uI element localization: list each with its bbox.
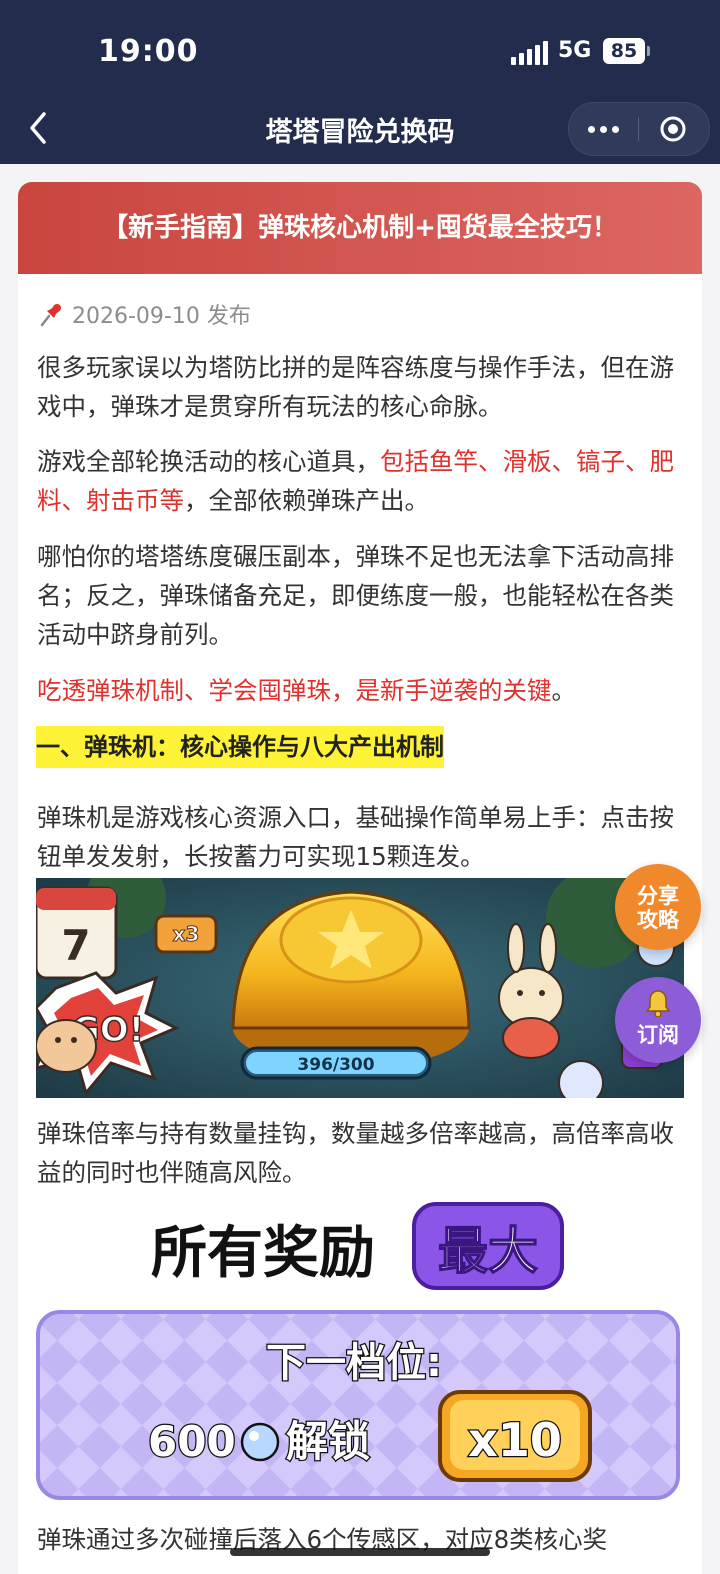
- miniprogram-capsule: [568, 102, 710, 156]
- pinball-machine-image: 7 x3 396/300 GO!: [36, 878, 684, 1098]
- share-label-line2: 攻略: [637, 908, 679, 932]
- subscribe-label: 订阅: [637, 1023, 679, 1047]
- paragraph-5: 弹珠机是游戏核心资源入口，基础操作简单易上手：点击按钮单发发射，长按蓄力可实现1…: [37, 803, 674, 871]
- top-bar: 19:00 5G 85 塔塔冒险兑换码: [0, 0, 720, 164]
- multiplier-badge: x3: [173, 922, 200, 946]
- paragraph-1: 很多玩家误以为塔防比拼的是阵容练度与操作手法，但在游戏中，弹珠才是贯穿所有玩法的…: [37, 353, 674, 421]
- subscribe-button[interactable]: 订阅: [615, 977, 701, 1063]
- reward-tier-image: 所有奖励 最大 下一档位: 600 解锁 x10: [36, 1192, 684, 1504]
- unlock-amount: 600: [148, 1417, 236, 1466]
- paragraph-3: 哪怕你的塔塔练度碾压副本，弹珠不足也无法拿下活动高排名；反之，弹珠储备充足，即便…: [37, 542, 674, 649]
- share-guide-button[interactable]: 分享 攻略: [615, 864, 701, 950]
- section-heading-1: 一、弹珠机：核心操作与八大产出机制: [36, 726, 444, 768]
- close-target-icon[interactable]: [659, 115, 687, 143]
- reward-multiplier: x10: [468, 1413, 562, 1467]
- article-banner-title: 【新手指南】弹珠核心机制+囤货最全技巧！: [18, 182, 702, 274]
- share-label-line1: 分享: [637, 884, 679, 908]
- publish-meta: 2026-09-10 发布: [38, 298, 251, 330]
- paragraph-2-end: ，全部依赖弹珠产出。: [184, 486, 429, 515]
- all-rewards-label: 所有奖励: [151, 1221, 375, 1286]
- marble-icon: [240, 1422, 280, 1462]
- next-tier-label: 下一档位:: [266, 1340, 442, 1386]
- paragraph-4: 吃透弹珠机制、学会囤弹珠，是新手逆袭的关键。: [37, 671, 677, 710]
- max-badge: 最大: [438, 1222, 538, 1280]
- paragraph-4-end: 。: [551, 676, 577, 705]
- capsule-divider: [638, 117, 639, 141]
- unlock-label: 解锁: [286, 1417, 370, 1466]
- network-type: 5G: [558, 38, 592, 63]
- more-icon[interactable]: [569, 103, 638, 155]
- paragraph-6: 弹珠倍率与持有数量挂钩，数量越多倍率越高，高倍率高收益的同时也伴随高风险。: [37, 1119, 674, 1187]
- paragraph-2: 游戏全部轮换活动的核心道具，包括鱼竿、滑板、镐子、肥料、射击币等，全部依赖弹珠产…: [37, 442, 677, 520]
- status-time: 19:00: [98, 34, 199, 69]
- paragraph-4-red-key: 吃透弹珠机制、学会囤弹珠，是新手逆袭的关键: [37, 676, 552, 705]
- pushpin-icon: [38, 301, 64, 327]
- battery-tip: [647, 46, 650, 56]
- paragraph-2-text: 游戏全部轮换活动的核心道具，: [37, 447, 380, 476]
- progress-counter: 396/300: [297, 1055, 374, 1075]
- signal-icon: [511, 41, 548, 65]
- calendar-number: 7: [61, 921, 90, 970]
- bell-icon: [645, 989, 671, 1023]
- publish-date: 2026-09-10 发布: [72, 304, 251, 329]
- home-indicator: [230, 1548, 490, 1556]
- battery-icon: 85: [603, 38, 645, 64]
